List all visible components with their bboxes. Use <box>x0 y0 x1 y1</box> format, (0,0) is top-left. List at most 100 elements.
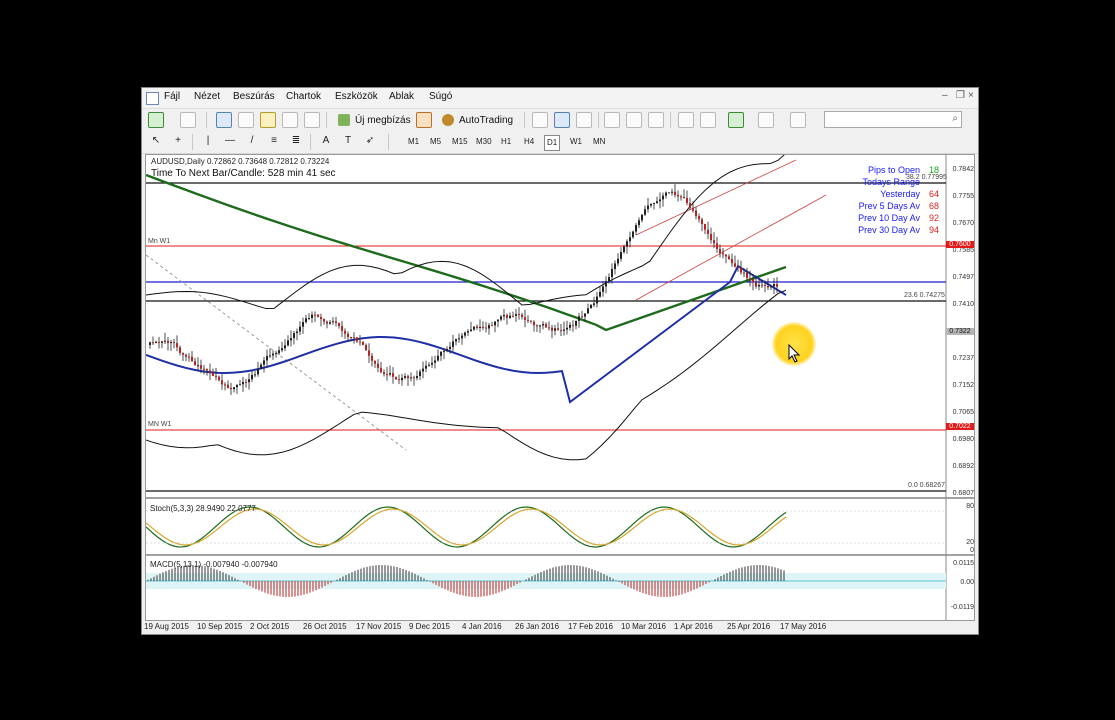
indicators-icon[interactable] <box>728 112 744 128</box>
candle-body <box>341 326 343 331</box>
price-tag-current: 0.7322 <box>946 328 974 335</box>
standard-toolbar: Új megbízás AutoTrading ⌕ <box>142 109 978 132</box>
candle-body <box>458 338 460 339</box>
chart-shift-icon[interactable] <box>678 112 694 128</box>
menu-help[interactable]: Súgó <box>429 91 452 102</box>
candle-body <box>464 333 466 336</box>
vertical-line-icon[interactable]: | <box>200 135 216 146</box>
cursor-tool-icon[interactable]: ↖ <box>148 135 164 146</box>
candlestick-icon[interactable] <box>554 112 570 128</box>
timeframe-w1[interactable]: W1 <box>568 135 584 149</box>
candle-body <box>209 370 211 372</box>
candle-body <box>467 331 469 333</box>
prev-5-days-value: 68 <box>924 201 944 211</box>
date-label: 19 Aug 2015 <box>144 622 189 631</box>
candle-body <box>440 352 442 356</box>
candle-body <box>365 345 367 351</box>
chart-window[interactable]: AUDUSD,Daily 0.72862 0.73648 0.72812 0.7… <box>145 154 975 621</box>
timeframe-h1[interactable]: H1 <box>499 135 513 149</box>
candle-body <box>632 232 634 238</box>
bar-chart-icon[interactable] <box>532 112 548 128</box>
candle-body <box>161 341 163 342</box>
fib-0-label: 0.0 0.68267 <box>908 482 945 489</box>
timeframe-d1[interactable]: D1 <box>544 135 560 151</box>
close-icon[interactable]: × <box>968 90 974 101</box>
stoch-header: Stoch(5,3,3) 28.9490 22.0777 <box>150 504 256 513</box>
candle-body <box>413 377 415 378</box>
line-chart-icon[interactable] <box>576 112 592 128</box>
menu-charts[interactable]: Chartok <box>286 91 321 102</box>
channel-lower <box>636 195 826 300</box>
strategy-tester-icon[interactable] <box>304 112 320 128</box>
candle-body <box>377 364 379 368</box>
timeframe-m30[interactable]: M30 <box>474 135 494 149</box>
timeframe-mn[interactable]: MN <box>591 135 607 149</box>
price-tag-red-bottom: 0.7022 <box>946 423 974 430</box>
candle-body <box>311 315 313 318</box>
label-tool-icon[interactable]: T <box>340 135 356 146</box>
candle-body <box>542 324 544 325</box>
autotrading-icon <box>442 114 454 126</box>
menu-file[interactable]: Fájl <box>164 91 180 102</box>
navigator-icon[interactable] <box>260 112 276 128</box>
candle-body <box>302 322 304 327</box>
stoch-level: 0 <box>946 547 974 554</box>
text-tool-icon[interactable]: A <box>318 135 334 146</box>
candle-body <box>533 322 535 326</box>
minimize-icon[interactable]: – <box>942 90 948 101</box>
candle-body <box>710 234 712 240</box>
timeframe-m15[interactable]: M15 <box>450 135 470 149</box>
zoom-in-icon[interactable] <box>604 112 620 128</box>
tile-windows-icon[interactable] <box>648 112 664 128</box>
menu-tools[interactable]: Eszközök <box>335 91 378 102</box>
candle-timer: Time To Next Bar/Candle: 528 min 41 sec <box>151 168 336 179</box>
price-label: 0.7585 <box>946 247 974 254</box>
terminal-icon[interactable] <box>282 112 298 128</box>
zoom-out-icon[interactable] <box>626 112 642 128</box>
candle-body <box>422 369 424 372</box>
candle-body <box>626 241 628 246</box>
fibonacci-icon[interactable]: ≣ <box>288 135 304 146</box>
search-input[interactable]: ⌕ <box>824 111 962 128</box>
crosshair-icon[interactable]: + <box>170 135 186 146</box>
candle-body <box>200 365 202 368</box>
candle-body <box>356 337 358 341</box>
candle-body <box>752 280 754 283</box>
restore-icon[interactable]: ❐ <box>956 90 965 101</box>
yesterday-value: 64 <box>924 189 944 199</box>
trendline-icon[interactable]: / <box>244 135 260 146</box>
price-label: 0.7152 <box>946 382 974 389</box>
menu-insert[interactable]: Beszúrás <box>233 91 275 102</box>
periods-icon[interactable] <box>758 112 774 128</box>
timeframe-h4[interactable]: H4 <box>522 135 536 149</box>
candle-body <box>425 366 427 369</box>
candle-body <box>254 374 256 375</box>
candle-body <box>617 259 619 264</box>
date-label: 17 May 2016 <box>780 622 826 631</box>
timeframe-m5[interactable]: M5 <box>428 135 443 149</box>
new-chart-icon[interactable] <box>148 112 164 128</box>
arrows-tool-icon[interactable]: ➶ <box>362 135 378 146</box>
prev-30-day-value: 94 <box>924 225 944 235</box>
menu-view[interactable]: Nézet <box>194 91 220 102</box>
candle-body <box>758 285 760 287</box>
new-order-button[interactable]: Új megbízás <box>334 111 416 128</box>
candle-body <box>305 318 307 322</box>
candle-body <box>674 192 676 195</box>
market-watch-icon[interactable] <box>216 112 232 128</box>
equidistant-channel-icon[interactable]: ≡ <box>266 135 282 146</box>
candle-body <box>773 284 775 286</box>
prev-30-day-label: Prev 30 Day Av <box>850 225 920 235</box>
menu-window[interactable]: Ablak <box>389 91 414 102</box>
data-window-icon[interactable] <box>238 112 254 128</box>
templates-icon[interactable] <box>790 112 806 128</box>
profiles-icon[interactable] <box>180 112 196 128</box>
candle-body <box>338 323 340 326</box>
yesterday-label: Yesterday <box>850 189 920 199</box>
autoscroll-icon[interactable] <box>700 112 716 128</box>
metaeditor-icon[interactable] <box>416 112 432 128</box>
candle-body <box>608 277 610 281</box>
horizontal-line-icon[interactable]: — <box>222 135 238 146</box>
timeframe-m1[interactable]: M1 <box>406 135 421 149</box>
autotrading-button[interactable]: AutoTrading <box>438 111 518 128</box>
